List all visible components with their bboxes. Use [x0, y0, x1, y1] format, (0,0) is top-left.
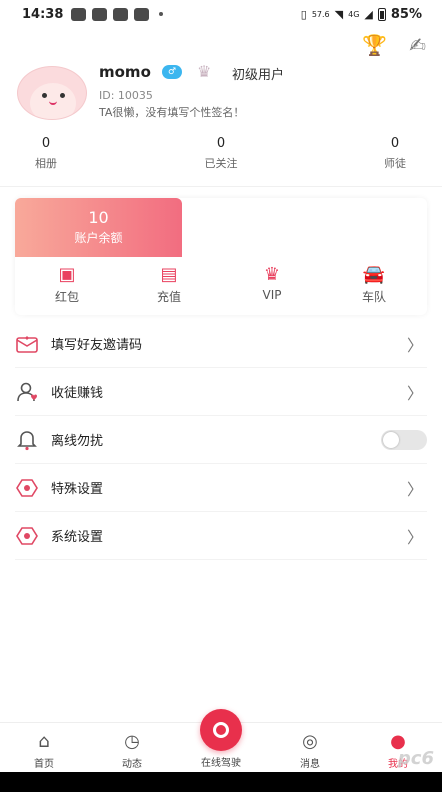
nav-label: 消息	[300, 759, 320, 770]
status-bar: 14:38 ▯ 57.6 ◥ 4G ◢ 85%	[0, 0, 442, 28]
divider	[0, 186, 442, 187]
stat-value: 0	[390, 136, 400, 151]
avatar-eye	[42, 93, 47, 98]
stat-label: 师徒	[384, 157, 406, 170]
wallet-card: 10 账户余额 ▣ 红包 ▤ 充值 ♛ VIP 🚘 车队	[15, 198, 427, 315]
vibrate-icon: ▯	[300, 7, 307, 21]
signal-icon: ◢	[364, 7, 373, 21]
wallet-item-red-packet[interactable]: ▣ 红包	[27, 264, 107, 305]
notification-icon	[92, 7, 108, 21]
chevron-right-icon: 〉	[406, 383, 423, 403]
gender-badge: ♂	[162, 65, 182, 79]
stat-following[interactable]: 0 已关注	[186, 136, 256, 171]
row-label: 系统设置	[51, 530, 104, 545]
header-actions: 🏆 ✍	[362, 34, 426, 56]
row-special-settings[interactable]: 特殊设置 〉	[15, 464, 427, 512]
wallet-item-label: VIP	[262, 288, 282, 302]
username: momo	[99, 63, 151, 81]
wifi-icon: ◥	[334, 7, 344, 21]
stat-label: 已关注	[204, 157, 238, 170]
wallet-item-fleet[interactable]: 🚘 车队	[334, 264, 414, 305]
stat-mentors[interactable]: 0 师徒	[360, 136, 430, 171]
watermark: pc6	[397, 748, 434, 769]
system-navigation-bar	[0, 772, 442, 792]
signal-label: 4G	[348, 9, 360, 19]
crown-icon: ♛	[263, 264, 281, 285]
wallet-icon: ▤	[160, 264, 178, 285]
row-label: 收徒赚钱	[51, 386, 104, 401]
row-offline-dnd: 离线勿扰	[15, 416, 427, 464]
avatar-eye	[60, 93, 65, 98]
chevron-right-icon: 〉	[406, 527, 423, 547]
nav-label: 首页	[34, 759, 54, 770]
balance-amount: 10	[88, 208, 109, 227]
wallet-item-label: 充值	[156, 290, 181, 304]
profile-stats: 0 相册 0 已关注 0 师徒	[0, 136, 442, 176]
toggle-knob	[383, 431, 399, 448]
envelope-icon	[15, 332, 39, 356]
nav-home[interactable]: ⌂ 首页	[14, 730, 74, 770]
user-heart-icon	[15, 380, 39, 404]
clock-icon: ◷	[124, 731, 140, 752]
wallet-item-label: 红包	[54, 290, 79, 304]
bell-icon	[15, 428, 39, 452]
stat-value: 0	[216, 136, 226, 151]
row-label: 离线勿扰	[51, 434, 104, 449]
battery-icon	[377, 7, 386, 21]
chevron-right-icon: 〉	[406, 335, 423, 355]
row-invite-code[interactable]: 填写好友邀请码 〉	[15, 320, 427, 368]
crown-icon: ♛	[197, 62, 212, 81]
notification-icon	[134, 7, 150, 21]
row-system-settings[interactable]: 系统设置 〉	[15, 512, 427, 560]
balance-panel[interactable]: 10 账户余额	[15, 198, 182, 257]
red-packet-icon: ▣	[58, 264, 76, 285]
stat-albums[interactable]: 0 相册	[11, 136, 81, 171]
avatar[interactable]	[17, 66, 87, 120]
drive-icon	[213, 722, 229, 738]
bottom-nav: ⌂ 首页 ◷ 动态 在线驾驶 ◎ 消息 ● 我的	[0, 709, 442, 772]
gear-icon	[15, 524, 39, 548]
user-id: ID: 10035	[99, 89, 153, 102]
stat-value: 0	[41, 136, 51, 151]
offline-dnd-toggle[interactable]	[381, 429, 427, 450]
user-level: 初级用户	[232, 68, 285, 83]
home-icon: ⌂	[38, 731, 50, 752]
notification-icon	[71, 7, 87, 21]
nav-label: 动态	[122, 759, 142, 770]
row-label: 特殊设置	[51, 482, 104, 497]
balance-label: 账户余额	[74, 231, 123, 245]
stat-label: 相册	[35, 157, 57, 170]
status-time: 14:38	[22, 6, 64, 22]
wallet-actions: ▣ 红包 ▤ 充值 ♛ VIP 🚘 车队	[15, 264, 427, 310]
signature-icon[interactable]: ✍	[409, 34, 426, 56]
wallet-item-recharge[interactable]: ▤ 充值	[129, 264, 209, 305]
battery-level: 85%	[390, 6, 422, 22]
row-label: 填写好友邀请码	[51, 338, 143, 353]
chevron-right-icon: 〉	[406, 479, 423, 499]
notification-icon	[113, 7, 129, 21]
trophy-icon[interactable]: 🏆	[362, 34, 387, 56]
nav-messages[interactable]: ◎ 消息	[280, 730, 340, 770]
wallet-item-label: 车队	[361, 290, 386, 304]
nav-feed[interactable]: ◷ 动态	[102, 730, 162, 770]
net-speed: 57.6	[311, 9, 330, 19]
drive-button[interactable]	[200, 709, 242, 751]
more-notifications-icon	[159, 12, 164, 16]
message-icon: ◎	[302, 731, 318, 752]
wallet-item-vip[interactable]: ♛ VIP	[232, 264, 312, 302]
nav-label: 在线驾驶	[201, 758, 241, 769]
gear-icon	[15, 476, 39, 500]
row-recruit-earn[interactable]: 收徒赚钱 〉	[15, 368, 427, 416]
user-bio: TA很懒，没有填写个性签名！	[99, 106, 245, 119]
car-icon: 🚘	[362, 264, 386, 285]
